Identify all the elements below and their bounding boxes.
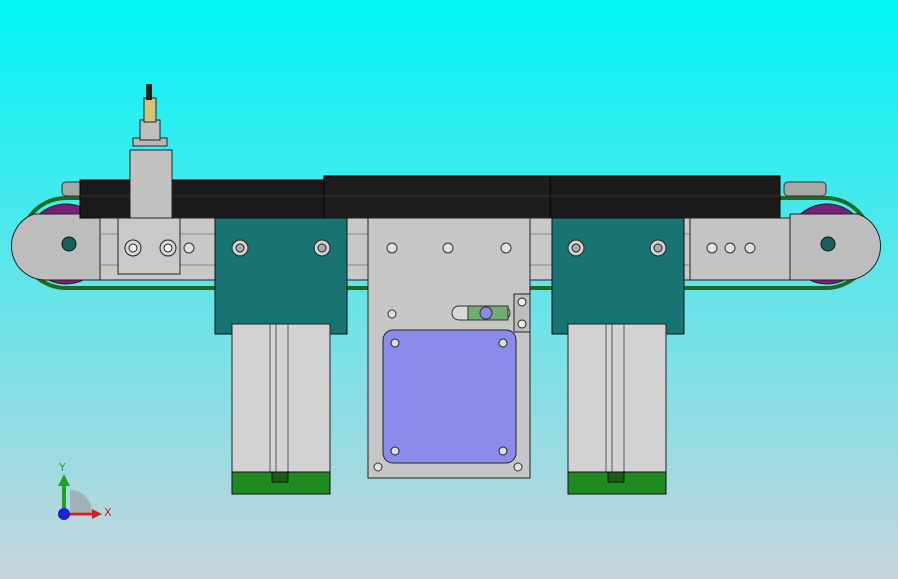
teal-bracket-right: [551, 217, 685, 335]
x-axis-label: X: [104, 506, 112, 519]
motor-face: [382, 329, 517, 464]
sensor-bracket: [129, 149, 173, 221]
right-end-cap: [783, 181, 827, 197]
cad-viewport[interactable]: Y X: [0, 0, 898, 579]
right-end-plate: [789, 213, 881, 281]
cylinder-right: [567, 323, 667, 495]
left-end-plate: [11, 213, 101, 281]
cylinder-left: [231, 323, 331, 495]
conveyor-belt-middle: [323, 175, 553, 219]
right-frame-block: [689, 217, 791, 281]
conveyor-belt-left: [79, 179, 327, 219]
z-axis-origin: [58, 508, 70, 520]
y-axis-label: Y: [58, 461, 66, 474]
right-shaft-hole: [820, 236, 836, 252]
left-shaft-hole: [61, 236, 77, 252]
teal-bracket-left: [214, 217, 348, 335]
conveyor-belt-right: [549, 175, 781, 219]
right-frame-screws: [706, 242, 756, 254]
